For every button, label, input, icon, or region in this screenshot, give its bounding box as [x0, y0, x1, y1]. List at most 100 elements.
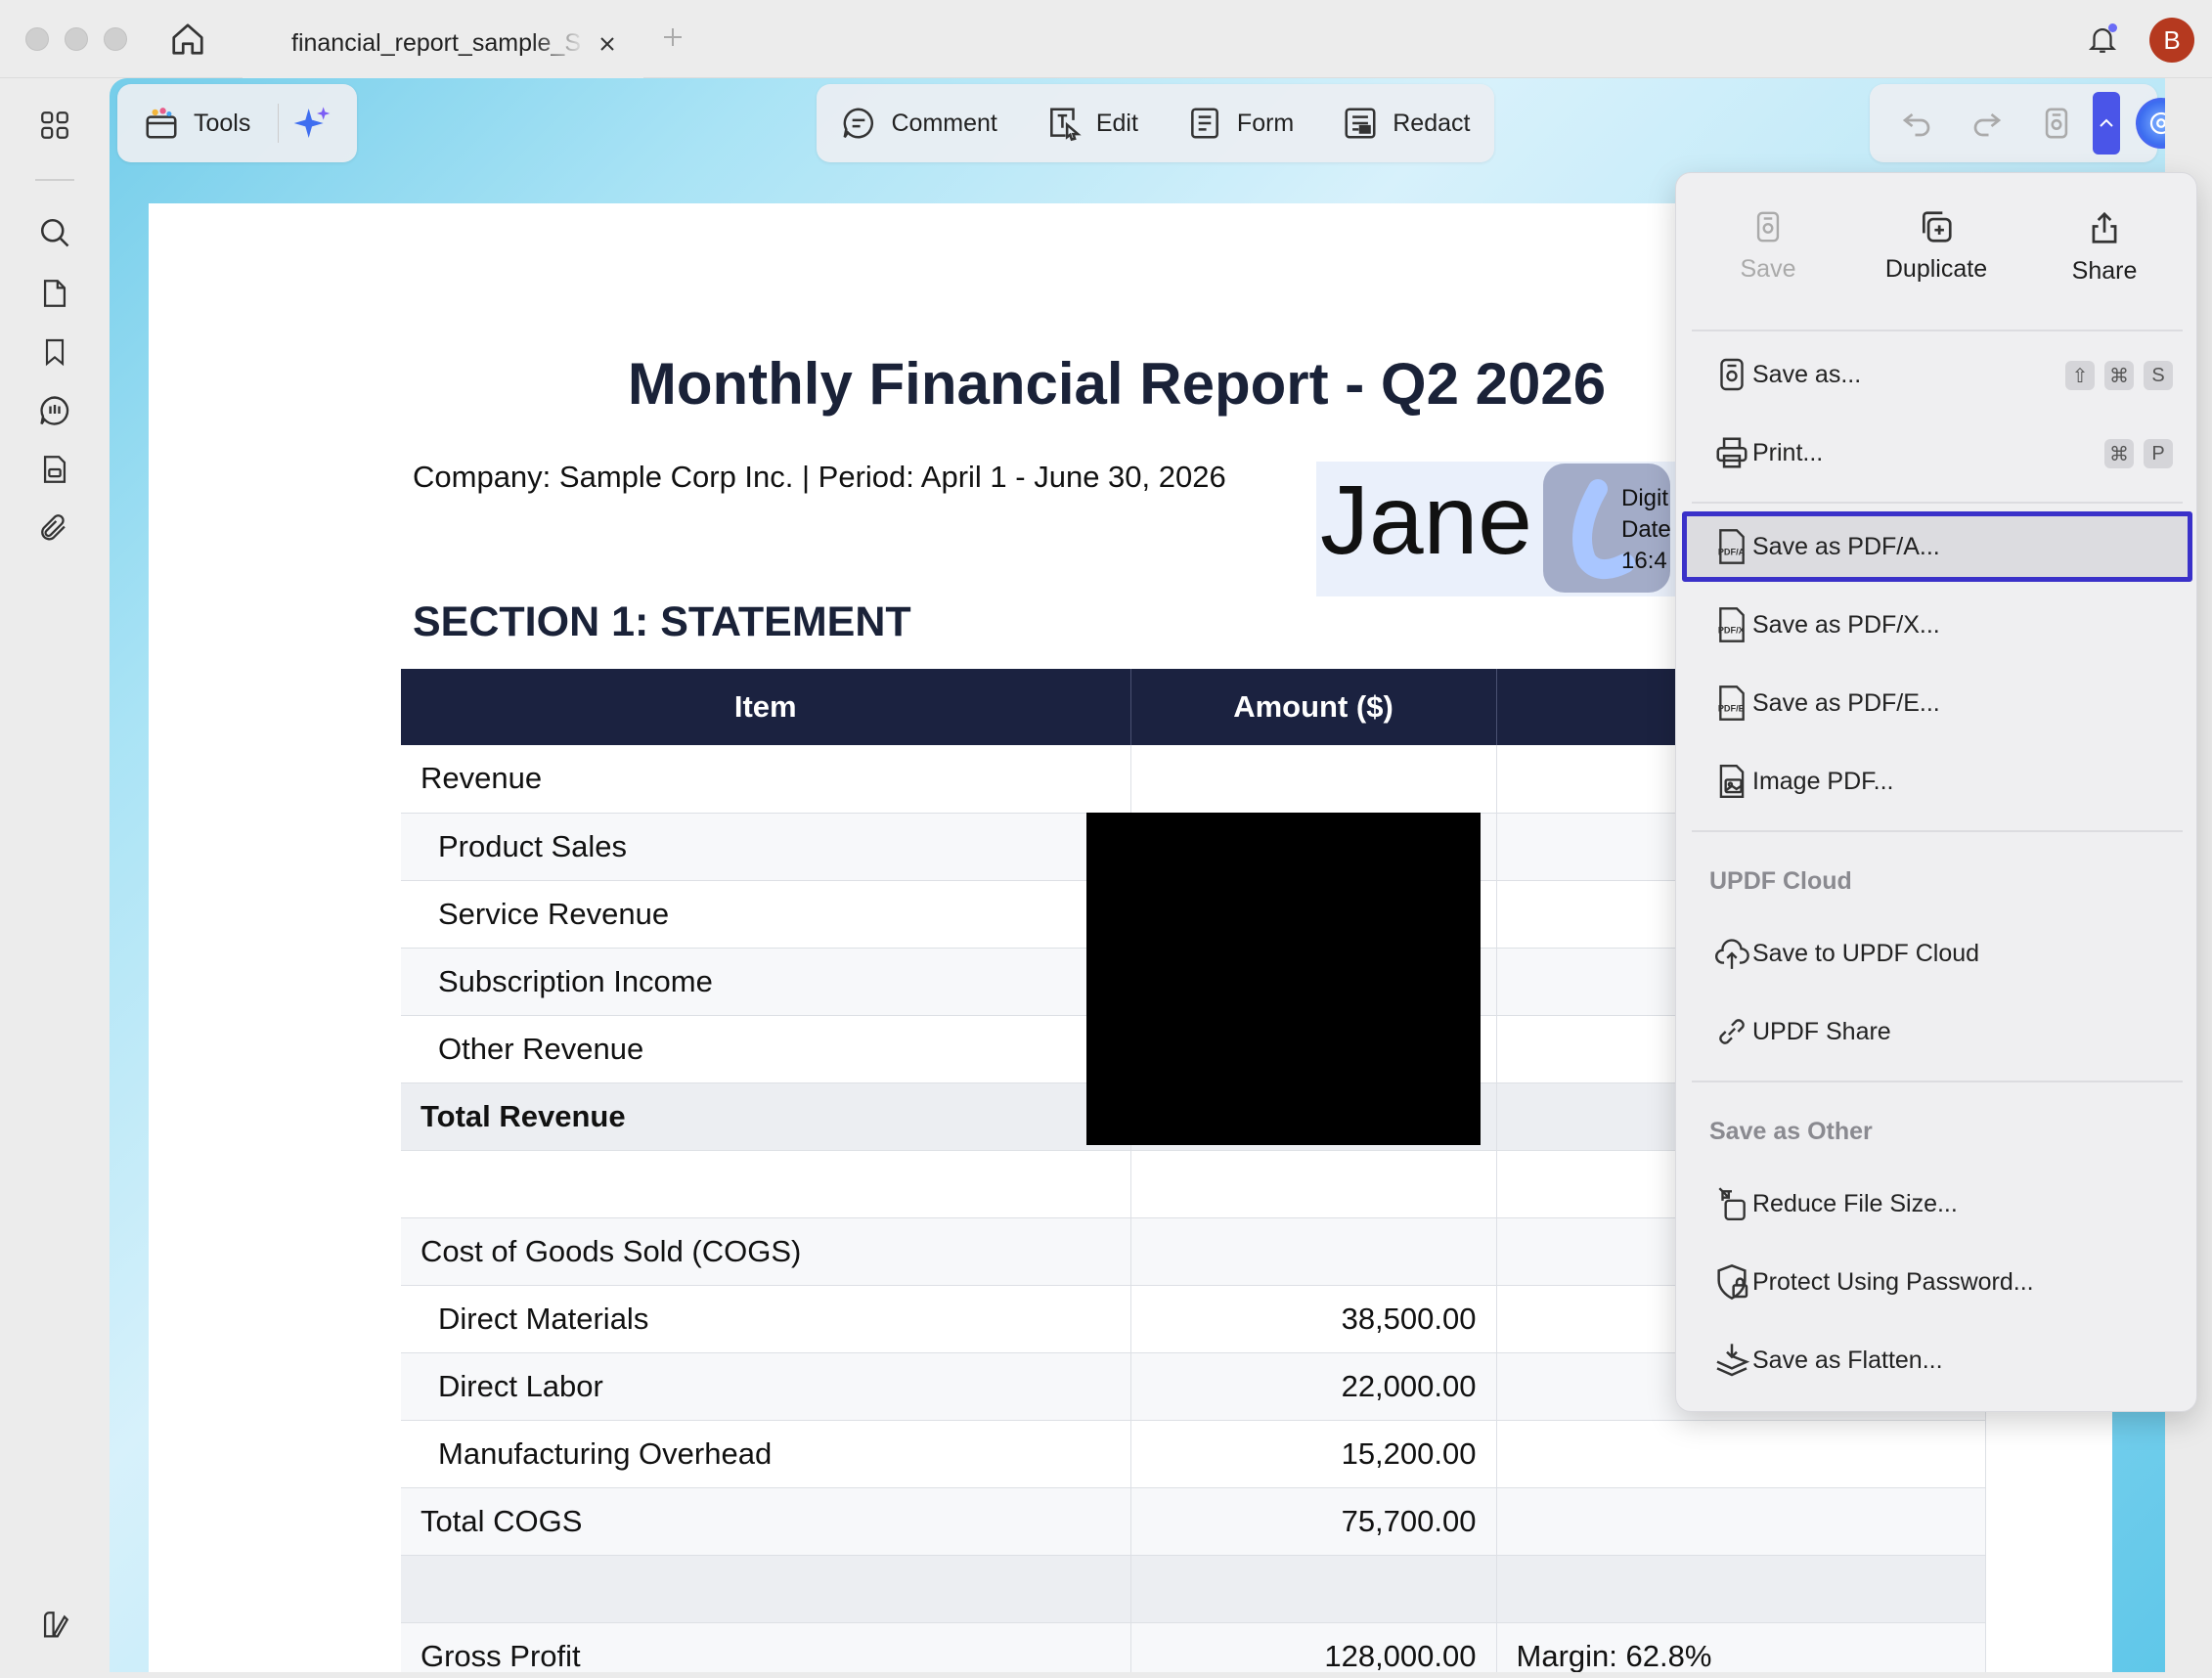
edit-text-icon	[1049, 108, 1082, 142]
left-sidebar	[0, 78, 110, 1678]
table-row: Total COGS 75,700.00	[401, 1487, 1986, 1556]
ai-assistant-icon	[2149, 111, 2165, 135]
menu-item-updf-share[interactable]: UPDF Share	[1690, 996, 2185, 1067]
redo-button[interactable]	[1969, 106, 2005, 141]
bookmarks-button[interactable]	[33, 331, 76, 374]
menu-save-label: Save	[1740, 255, 1796, 283]
menu-item-label: Print...	[1752, 438, 1824, 466]
menu-item-save-cloud[interactable]: Save to UPDF Cloud	[1690, 918, 2185, 989]
signature-name: Jane	[1320, 465, 1532, 575]
signature-details: Digit Date 16:4	[1621, 485, 1671, 574]
attachments-button[interactable]	[33, 507, 76, 550]
row-amount: 15,200.00	[1130, 1420, 1497, 1488]
form-mode-button[interactable]: Form	[1186, 105, 1294, 142]
edit-mode-button[interactable]: Edit	[1045, 105, 1138, 142]
image-pdf-icon	[1711, 761, 1752, 802]
search-button[interactable]	[33, 211, 76, 254]
comment-list-icon	[40, 396, 69, 425]
pages-button[interactable]	[33, 272, 76, 315]
tools-button[interactable]: Tools	[143, 105, 250, 142]
printer-icon	[1711, 432, 1752, 473]
redact-mode-button[interactable]: Redact	[1342, 105, 1470, 142]
row-item: Revenue	[401, 745, 1131, 814]
close-window-button[interactable]	[25, 27, 49, 51]
row-note	[1496, 1487, 1986, 1556]
menu-item-save-pdfe[interactable]: PDF/E Save as PDF/E...	[1690, 668, 2185, 738]
row-amount	[1130, 1217, 1497, 1286]
shortcut-key: P	[2144, 439, 2173, 468]
home-button[interactable]	[166, 18, 209, 61]
table-row	[401, 1555, 1986, 1623]
shortcut-cmd: ⌘	[2104, 361, 2134, 390]
undo-button[interactable]	[1899, 106, 1934, 141]
shortcut-cmd: ⌘	[2104, 439, 2134, 468]
column-header-item: Item	[401, 669, 1131, 745]
menu-item-reduce-size[interactable]: Reduce File Size...	[1690, 1169, 2185, 1239]
menu-share-label: Share	[2071, 257, 2138, 285]
row-item: Other Revenue	[401, 1015, 1131, 1083]
form-icon	[1190, 108, 1218, 139]
document-subtitle: Company: Sample Corp Inc. | Period: Apri…	[413, 460, 1226, 494]
new-tab-button[interactable]	[657, 22, 688, 53]
row-amount: 75,700.00	[1130, 1487, 1497, 1556]
menu-item-protect-password[interactable]: Protect Using Password...	[1690, 1247, 2185, 1317]
row-note	[1496, 1420, 1986, 1488]
row-item: Total Revenue	[401, 1082, 1131, 1151]
tools-label: Tools	[194, 109, 251, 137]
mode-toolbar: Comment Edit Form Redact	[817, 84, 1494, 162]
menu-share-button[interactable]: Share	[2026, 208, 2183, 286]
home-icon	[172, 23, 203, 55]
grid-icon	[41, 111, 68, 139]
redaction-box[interactable]	[1086, 813, 1481, 1145]
tools-pill: Tools	[117, 84, 357, 162]
save-menu-toggle[interactable]	[2093, 92, 2120, 155]
flatten-layers-icon	[1711, 1340, 1752, 1381]
row-item: Total COGS	[401, 1487, 1131, 1556]
page-icon	[43, 280, 66, 307]
row-amount	[1130, 1555, 1497, 1623]
menu-item-save-as[interactable]: Save as... ⇧ ⌘ S	[1690, 339, 2185, 410]
ai-sidebar-button[interactable]	[33, 1604, 76, 1647]
menu-item-label: Reduce File Size...	[1752, 1189, 1958, 1217]
menu-item-image-pdf[interactable]: Image PDF...	[1690, 746, 2185, 817]
row-item: Gross Profit	[401, 1622, 1131, 1672]
menu-item-label: UPDF Share	[1752, 1017, 1891, 1045]
save-icon	[2045, 108, 2068, 139]
menu-separator	[1692, 502, 2183, 504]
menu-item-label: Protect Using Password...	[1752, 1267, 2034, 1296]
zoom-window-button[interactable]	[104, 27, 127, 51]
avatar[interactable]: B	[2149, 18, 2194, 63]
menu-header-cloud: UPDF Cloud	[1709, 867, 1852, 895]
comments-button[interactable]	[33, 389, 76, 432]
minimize-window-button[interactable]	[65, 27, 88, 51]
notifications-button[interactable]	[2083, 20, 2122, 59]
menu-save-button[interactable]: Save	[1690, 208, 1846, 284]
bookmark-icon	[45, 338, 65, 367]
document-tab[interactable]: financial_report_sample_S	[243, 8, 643, 78]
menu-item-label: Save as Flatten...	[1752, 1346, 1943, 1374]
row-item: Cost of Goods Sold (COGS)	[401, 1217, 1131, 1286]
ai-sparkle-button[interactable]	[292, 104, 332, 143]
form-label: Form	[1236, 109, 1295, 137]
row-item: Direct Labor	[401, 1352, 1131, 1421]
thumbnails-button[interactable]	[33, 104, 76, 147]
redo-icon	[1973, 112, 2002, 137]
comment-mode-button[interactable]: Comment	[840, 105, 997, 142]
menu-item-label: Save as PDF/X...	[1752, 610, 1940, 639]
menu-item-save-pdfa[interactable]: PDF/A Save as PDF/A...	[1682, 511, 2192, 582]
forms-button[interactable]	[33, 448, 76, 491]
row-amount	[1130, 1150, 1497, 1218]
menu-duplicate-button[interactable]: Duplicate	[1858, 208, 2014, 284]
menu-item-label: Save as PDF/A...	[1752, 532, 1940, 560]
row-item	[401, 1555, 1131, 1623]
menu-separator	[1692, 830, 2183, 832]
close-tab-button[interactable]	[595, 31, 620, 57]
save-toolbar-button[interactable]	[2040, 106, 2073, 141]
menu-item-save-pdfx[interactable]: PDF/X Save as PDF/X...	[1690, 590, 2185, 660]
shortcut-shift: ⇧	[2065, 361, 2095, 390]
svg-text:PDF/E: PDF/E	[1718, 703, 1745, 713]
plus-icon	[664, 28, 682, 46]
row-note	[1496, 1555, 1986, 1623]
menu-item-save-flatten[interactable]: Save as Flatten...	[1690, 1325, 2185, 1395]
menu-item-print[interactable]: Print... ⌘ P	[1690, 418, 2185, 488]
